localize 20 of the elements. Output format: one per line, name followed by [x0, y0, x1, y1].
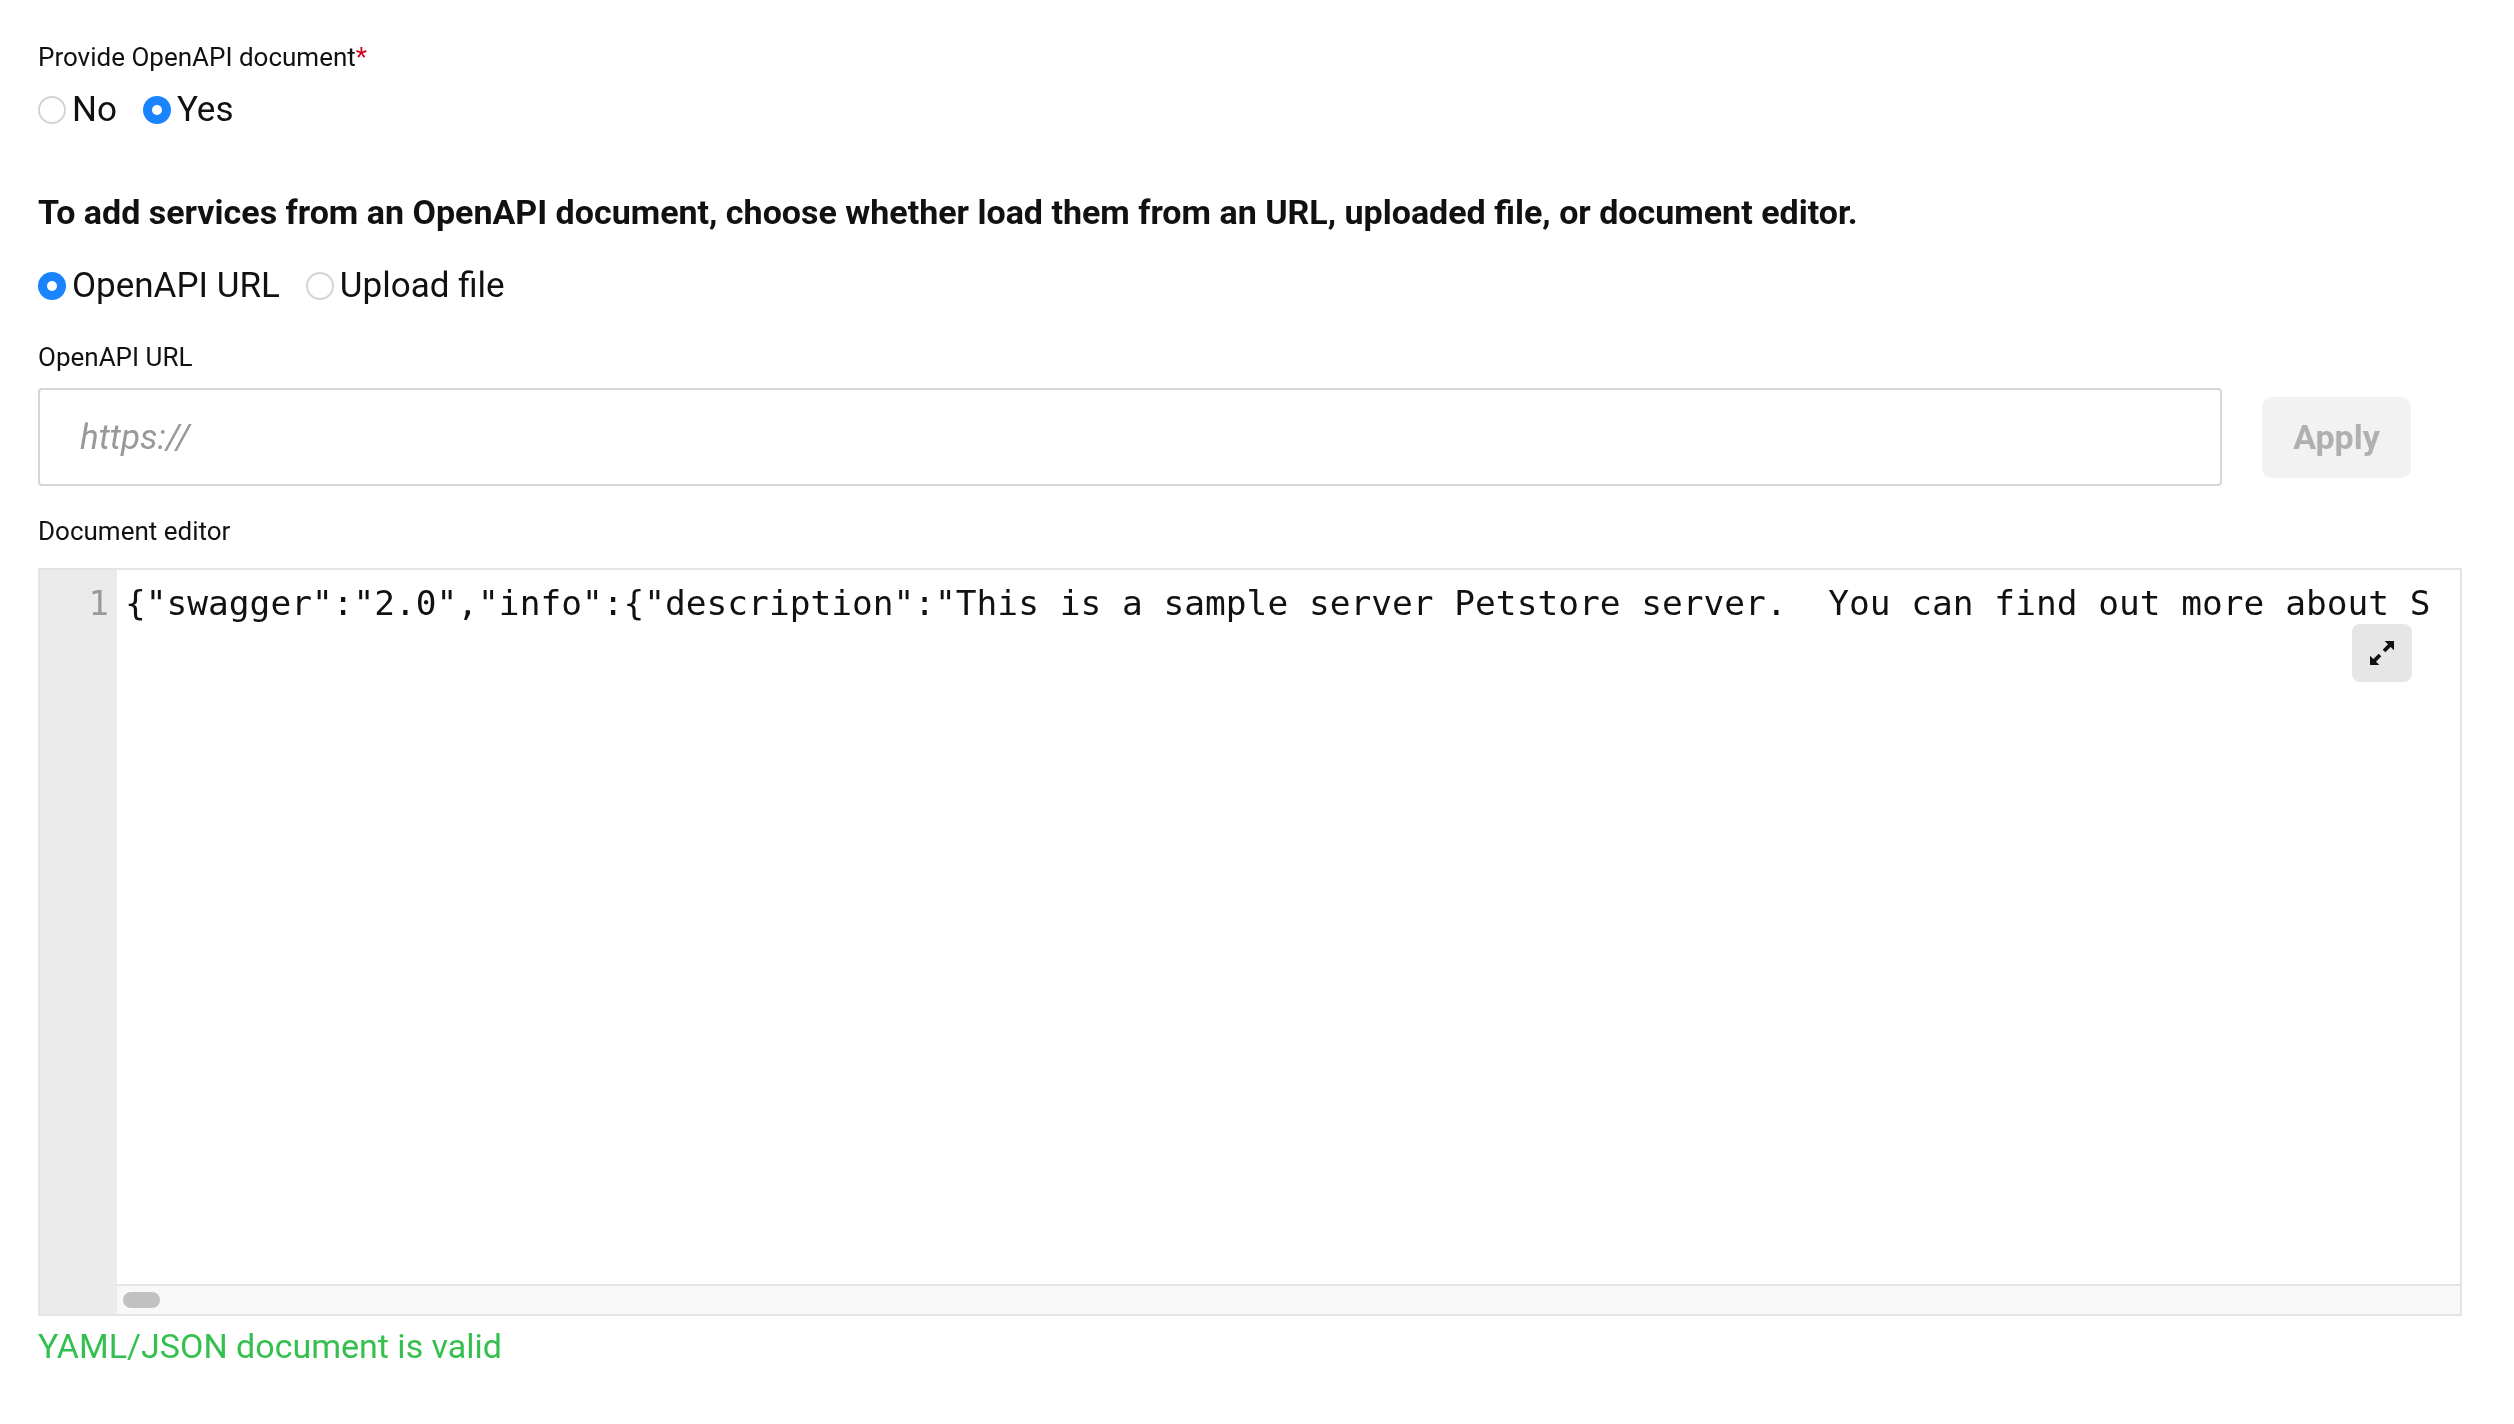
- field-label: Document editor: [38, 515, 231, 548]
- radio-option[interactable]: No: [38, 88, 117, 132]
- field-label: Provide OpenAPI document: [38, 42, 356, 72]
- radio-option[interactable]: Yes: [142, 88, 234, 132]
- radio-button[interactable]: [142, 96, 171, 124]
- scrollbar-thumb[interactable]: [123, 1292, 160, 1308]
- code-editor[interactable]: 1 {"swagger":"2.0","info":{"description":"This is a sample server Petstore server. You can find out more about S: [38, 568, 2462, 1316]
- radio-button[interactable]: [305, 272, 334, 300]
- radio-button[interactable]: [38, 96, 66, 124]
- instructions-text: To add services from an OpenAPI document, choose whether load them from an URL, uploaded file, or document editor.: [38, 191, 1859, 234]
- expand-button[interactable]: [2352, 624, 2412, 682]
- radio-option[interactable]: OpenAPI URL: [38, 264, 280, 308]
- line-number: 1: [87, 582, 110, 625]
- required-mark: *: [355, 42, 368, 72]
- url-input-field[interactable]: https://: [38, 388, 2222, 486]
- radio-button[interactable]: [38, 272, 66, 300]
- code-line: {"swagger":"2.0","info":{"description":"This is a sample server Petstore server. You can find out more about S: [125, 582, 2431, 625]
- radio-option[interactable]: Upload file: [305, 264, 505, 308]
- validation-message: YAML/JSON document is valid: [38, 1325, 503, 1368]
- field-label: OpenAPI URL: [38, 341, 193, 374]
